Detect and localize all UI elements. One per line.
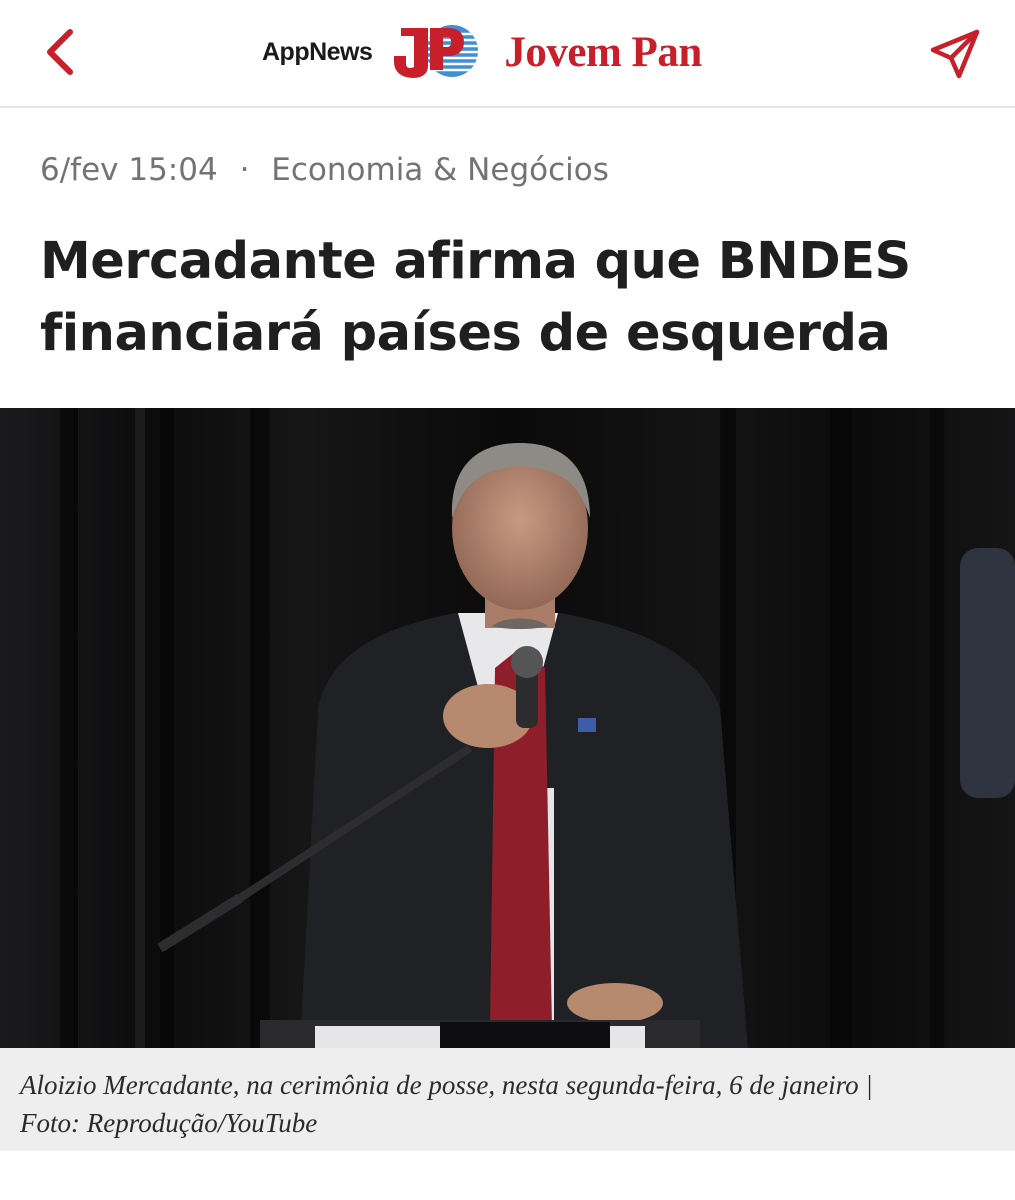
brand-logo-group: AppNews Jovem Pan (262, 22, 702, 82)
photo-caption-line-1: Aloizio Mercadante, na cerimônia de poss… (20, 1070, 873, 1100)
paper-plane-icon (930, 29, 980, 79)
share-button[interactable] (923, 22, 987, 86)
photo-caption: Aloizio Mercadante, na cerimônia de poss… (0, 1048, 1015, 1151)
jovem-pan-logo-icon (394, 25, 479, 78)
jovem-pan-wordmark: Jovem Pan (504, 28, 702, 76)
chevron-left-icon (47, 29, 73, 75)
photo-caption-line-2: Foto: Reprodução/YouTube (20, 1108, 318, 1138)
article-category[interactable]: Economia & Negócios (271, 152, 609, 188)
article-photo (0, 408, 1015, 1048)
article-meta: 6/fev 15:04 · Economia & Negócios (40, 152, 609, 188)
top-bar: AppNews Jovem Pan (0, 0, 1015, 108)
speaker-photo-illustration (0, 408, 1015, 1048)
article-title: Mercadante afirma que BNDES financiará p… (40, 226, 990, 370)
article-date: 6/fev 15:04 (40, 152, 218, 188)
back-button[interactable] (30, 22, 90, 82)
article-title-line-1: Mercadante afirma que BNDES (40, 232, 911, 291)
article-title-line-2: financiará países de esquerda (40, 304, 891, 363)
meta-separator: · (239, 152, 250, 188)
appnews-label: AppNews (262, 37, 373, 66)
